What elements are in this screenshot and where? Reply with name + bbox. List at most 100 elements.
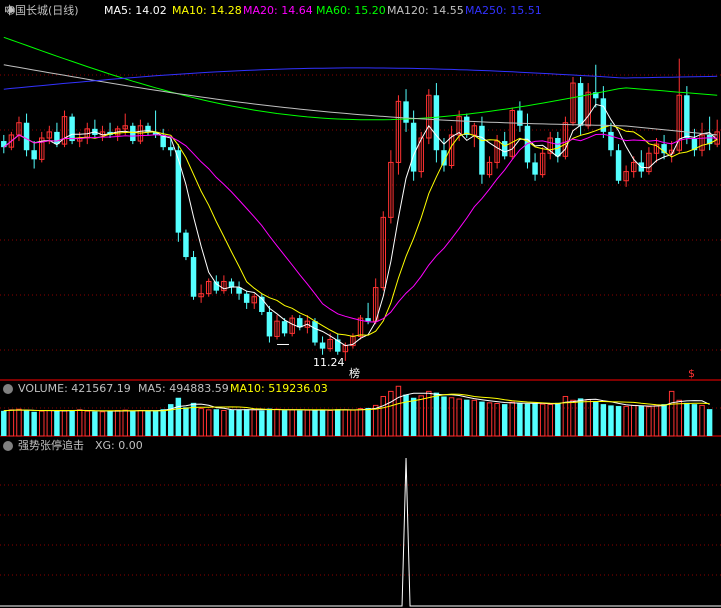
volume-bar <box>31 411 37 436</box>
candle-body <box>312 321 318 343</box>
volume-bar <box>479 401 485 436</box>
volume-bar <box>334 409 341 436</box>
volume-bar <box>547 403 553 437</box>
volume-bar <box>699 404 705 437</box>
volume-bar <box>372 404 379 437</box>
volume-bar <box>152 410 159 436</box>
candle-body <box>190 257 197 297</box>
low-price-label: 11.24 <box>313 356 345 369</box>
volume-bar <box>676 399 682 437</box>
volume-bar <box>388 390 394 437</box>
volume-bar <box>600 404 607 436</box>
ma20-legend: MA20: 14.64 <box>243 4 313 17</box>
volume-bar <box>266 408 273 436</box>
volume-bar <box>630 404 637 437</box>
volume-bar <box>236 409 242 436</box>
ma5-legend: MA5: 14.02 <box>104 4 167 17</box>
panel-toggle-icon <box>3 384 13 394</box>
panel-toggle-icon <box>3 441 13 451</box>
candle-body <box>410 122 417 172</box>
header-volume-legend: VOLUME: 421567.19 MA5: 494883.59 MA10: 5… <box>18 382 328 395</box>
volume-bar <box>281 410 288 436</box>
candle-body <box>608 131 614 151</box>
ma60-legend: MA60: 15.20 <box>316 4 386 17</box>
candle-body <box>175 150 182 233</box>
volume-bar <box>145 410 151 436</box>
volume-bar <box>1 410 7 436</box>
candle-body <box>501 141 508 157</box>
volume-bar <box>8 409 15 437</box>
volume-bar <box>684 402 690 436</box>
candle-body <box>54 131 60 145</box>
candle-body <box>243 293 250 303</box>
volume-bar <box>593 401 599 436</box>
volume-bar <box>464 399 470 436</box>
ma60-line <box>3 36 718 121</box>
volume-bar <box>380 395 387 437</box>
volume-bar <box>395 385 402 437</box>
volume-bar <box>23 410 30 436</box>
volume-bar <box>653 405 660 437</box>
candle-body <box>213 281 220 291</box>
header-indicator-legend: 强势张停追击 XG: 0.00 <box>18 438 143 452</box>
volume-bar <box>342 409 349 437</box>
stock-title: 中国长城(日线) <box>4 3 79 17</box>
volume-bar <box>350 409 356 437</box>
volume-bar <box>130 411 136 436</box>
volume-bar <box>183 407 189 436</box>
ma10-legend: MA10: 14.28 <box>172 4 242 17</box>
candle-body <box>577 83 584 126</box>
volume-bar <box>16 408 22 437</box>
volume-bar <box>615 406 622 436</box>
candle-body <box>130 125 136 142</box>
candle-body <box>615 150 622 181</box>
candle-body <box>479 125 485 175</box>
volume-bar <box>517 402 523 436</box>
badge-dollar[interactable]: $ <box>688 367 695 380</box>
ma10-line <box>3 124 718 337</box>
volume-bar <box>228 409 235 436</box>
stock-chart[interactable]: ◉ 中国长城(日线) MA5: 14.02 MA10: 14.28 MA20: … <box>0 0 721 608</box>
candle-body <box>266 312 273 337</box>
volume-bar <box>107 410 113 436</box>
candle-body <box>319 342 326 349</box>
volume-bar <box>668 390 675 437</box>
candle-body <box>365 318 371 322</box>
candle-body <box>297 318 303 328</box>
volume-bar <box>327 410 333 437</box>
volume-bar <box>441 396 447 436</box>
volume-bar <box>213 409 220 436</box>
volume-bar <box>532 403 538 436</box>
volume-bar <box>456 398 462 437</box>
volume-bar <box>501 404 508 436</box>
candle-body <box>168 147 174 151</box>
volume-bar <box>623 405 629 437</box>
volume-bar <box>114 410 121 437</box>
candle-body <box>433 95 440 151</box>
volume-ma10: MA10: 519236.03 <box>230 382 328 395</box>
volume-bar <box>297 410 303 436</box>
volume-bar <box>46 410 53 437</box>
volume-bar <box>608 405 614 436</box>
volume-bar <box>661 404 667 436</box>
volume-bar <box>577 398 584 436</box>
badge-bang[interactable]: 榜 <box>349 366 360 380</box>
xg-signal-line <box>0 457 721 607</box>
volume-bar <box>357 408 364 437</box>
volume-bar <box>448 397 455 437</box>
volume-bar <box>494 402 500 437</box>
volume-bar <box>205 409 212 437</box>
volume-bar <box>638 406 645 436</box>
volume-bar <box>122 409 128 437</box>
volume-bar <box>69 410 75 436</box>
volume-bar <box>319 409 326 436</box>
volume-bar <box>706 409 713 436</box>
volume-bar <box>160 409 166 436</box>
ma120-legend: MA120: 14.55 <box>387 4 464 17</box>
volume-bar <box>418 395 424 437</box>
volume-bar <box>175 397 182 436</box>
volume-bar <box>289 409 295 437</box>
candle-body <box>464 116 470 135</box>
volume-bar <box>84 410 91 437</box>
volume-bar <box>570 399 576 437</box>
